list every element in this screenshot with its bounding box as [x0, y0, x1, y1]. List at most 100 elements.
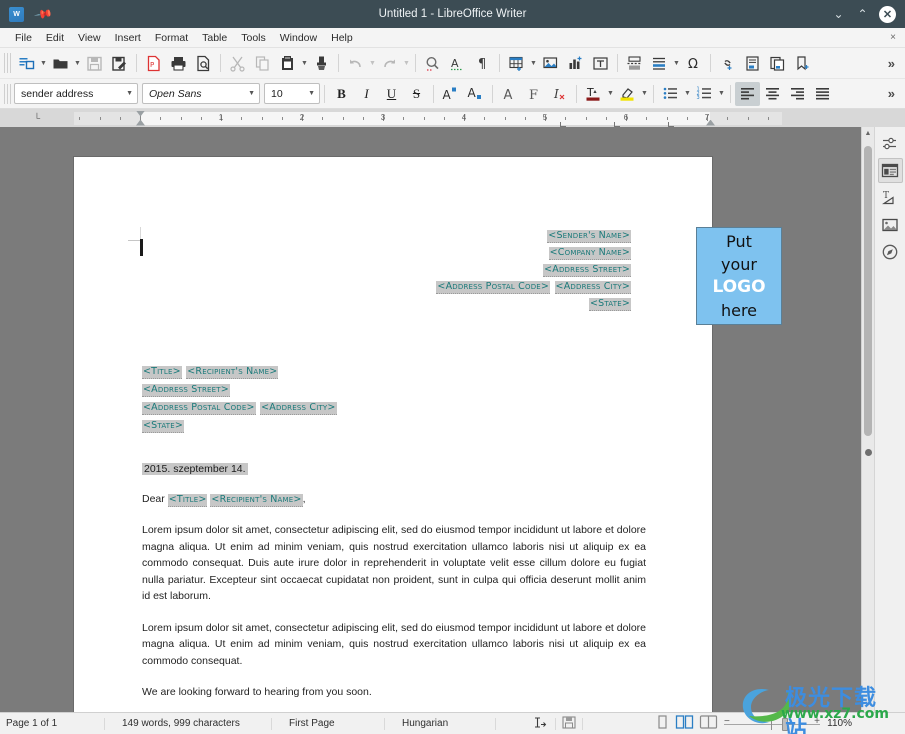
- redo-icon[interactable]: [377, 51, 402, 75]
- strikethrough-button[interactable]: S: [404, 82, 429, 106]
- cut-icon[interactable]: [225, 51, 250, 75]
- insert-table-icon[interactable]: [504, 51, 529, 75]
- subscript-icon[interactable]: A: [463, 82, 488, 106]
- character-highlighting-icon[interactable]: F: [522, 82, 547, 106]
- field-state[interactable]: <State>: [588, 298, 631, 311]
- close-document-button[interactable]: ×: [890, 32, 896, 43]
- spelling-icon[interactable]: A: [445, 51, 470, 75]
- menu-insert[interactable]: Insert: [108, 32, 148, 44]
- paste-icon[interactable]: [275, 51, 300, 75]
- insert-endnote-icon[interactable]: [765, 51, 790, 75]
- zoom-in-button[interactable]: +: [814, 716, 820, 727]
- font-size-combobox[interactable]: 10 ▼: [264, 83, 320, 104]
- redo-dropdown-icon[interactable]: ▼: [402, 51, 411, 75]
- field-date[interactable]: 2015. szeptember 14.: [142, 463, 248, 475]
- selection-mode-icon[interactable]: [496, 716, 555, 732]
- status-page-style[interactable]: First Page: [272, 718, 384, 729]
- field-recipient-state[interactable]: <State>: [142, 420, 185, 433]
- insert-chart-icon[interactable]: [563, 51, 588, 75]
- menu-tools[interactable]: Tools: [234, 32, 273, 44]
- pin-icon[interactable]: 📌: [33, 4, 53, 24]
- align-left-icon[interactable]: [735, 81, 760, 106]
- sidebar-properties-icon[interactable]: [877, 158, 903, 183]
- tab-stop-marker[interactable]: [560, 121, 566, 127]
- tab-stop-marker[interactable]: [614, 121, 620, 127]
- insert-hyperlink-icon[interactable]: [715, 51, 740, 75]
- insert-field-icon[interactable]: [647, 51, 672, 75]
- toolbar-grip[interactable]: [4, 53, 11, 73]
- insert-table-dropdown-icon[interactable]: ▼: [529, 51, 538, 75]
- undo-icon[interactable]: [343, 51, 368, 75]
- sidebar-styles-icon[interactable]: T: [878, 185, 903, 210]
- sidebar-settings-icon[interactable]: [878, 131, 903, 156]
- save-as-document-icon[interactable]: [107, 51, 132, 75]
- insert-special-character-icon[interactable]: Ω: [681, 51, 706, 75]
- zoom-slider-thumb[interactable]: [782, 717, 788, 731]
- body-paragraph-2[interactable]: Lorem ipsum dolor sit amet, consectetur …: [142, 620, 646, 670]
- ordered-list-dropdown-icon[interactable]: ▼: [717, 82, 726, 106]
- open-document-icon[interactable]: [48, 51, 73, 75]
- field-senders-name[interactable]: <Sender's Name>: [547, 230, 631, 243]
- insert-page-break-icon[interactable]: [622, 51, 647, 75]
- vertical-scrollbar[interactable]: ▲: [861, 127, 874, 712]
- no-character-style-icon[interactable]: I: [547, 82, 572, 106]
- find-and-replace-icon[interactable]: [420, 51, 445, 75]
- italic-button[interactable]: I: [354, 82, 379, 106]
- scroll-up-arrow-icon[interactable]: ▲: [862, 127, 874, 140]
- document-canvas[interactable]: Put your LOGO here <Sender's Name> <Comp…: [0, 127, 861, 712]
- menu-window[interactable]: Window: [273, 32, 324, 44]
- field-salutation-name[interactable]: <Recipient's Name>: [210, 494, 303, 507]
- sidebar-navigator-icon[interactable]: [878, 239, 903, 264]
- menu-table[interactable]: Table: [195, 32, 234, 44]
- menu-file[interactable]: File: [8, 32, 39, 44]
- sidebar-gallery-icon[interactable]: [878, 212, 903, 237]
- paste-dropdown-icon[interactable]: ▼: [300, 51, 309, 75]
- status-language[interactable]: Hungarian: [385, 718, 495, 729]
- formatting-marks-icon[interactable]: ¶: [470, 51, 495, 75]
- zoom-level-value[interactable]: 110%: [826, 718, 860, 729]
- field-address-postal-code[interactable]: <Address Postal Code>: [436, 281, 551, 294]
- status-page-number[interactable]: Page 1 of 1: [0, 718, 104, 729]
- field-recipient-postal-code[interactable]: <Address Postal Code>: [142, 402, 256, 415]
- paragraph-style-combobox[interactable]: sender address ▼: [14, 83, 138, 104]
- formatting-toolbar-overflow-button[interactable]: »: [882, 86, 901, 101]
- field-address-city[interactable]: <Address City>: [554, 281, 631, 294]
- open-document-dropdown-icon[interactable]: ▼: [73, 51, 82, 75]
- print-preview-icon[interactable]: [191, 51, 216, 75]
- print-icon[interactable]: [166, 51, 191, 75]
- unordered-list-icon[interactable]: [658, 82, 683, 106]
- field-company-name[interactable]: <Company Name>: [548, 247, 631, 260]
- maximize-button[interactable]: ⌃: [855, 8, 870, 20]
- insert-bookmark-icon[interactable]: [790, 51, 815, 75]
- new-document-dropdown-icon[interactable]: ▼: [39, 51, 48, 75]
- save-document-icon[interactable]: [82, 51, 107, 75]
- highlighting-color-dropdown-icon[interactable]: ▼: [640, 82, 649, 106]
- status-word-count[interactable]: 149 words, 999 characters: [105, 718, 271, 729]
- font-color-icon[interactable]: T: [581, 82, 606, 106]
- body-paragraph-1[interactable]: Lorem ipsum dolor sit amet, consectetur …: [142, 522, 646, 605]
- field-recipients-name[interactable]: <Recipient's Name>: [186, 366, 279, 379]
- menu-view[interactable]: View: [71, 32, 108, 44]
- highlighting-color-icon[interactable]: [615, 82, 640, 106]
- horizontal-ruler[interactable]: 1 2 3 4 5 6 7: [74, 110, 782, 127]
- toolbar-grip[interactable]: [4, 83, 11, 104]
- logo-placeholder-frame[interactable]: Put your LOGO here: [696, 227, 782, 325]
- insert-field-dropdown-icon[interactable]: ▼: [672, 51, 681, 75]
- tab-stop-marker[interactable]: [668, 121, 674, 127]
- field-recipient-city[interactable]: <Address City>: [260, 402, 337, 415]
- undo-dropdown-icon[interactable]: ▼: [368, 51, 377, 75]
- document-modified-icon[interactable]: [556, 715, 582, 732]
- vertical-scrollbar-thumb[interactable]: [864, 146, 872, 436]
- closing-line[interactable]: We are looking forward to hearing from y…: [142, 686, 646, 698]
- zoom-slider[interactable]: − +: [724, 716, 820, 731]
- document-page[interactable]: Put your LOGO here <Sender's Name> <Comp…: [74, 157, 782, 712]
- close-button[interactable]: ✕: [879, 5, 896, 23]
- field-recipient-title[interactable]: <Title>: [142, 366, 182, 379]
- minimize-button[interactable]: ⌄: [831, 8, 846, 20]
- superscript-icon[interactable]: A: [438, 82, 463, 106]
- field-salutation-title[interactable]: <Title>: [167, 494, 208, 507]
- tab-stop-selector[interactable]: └: [0, 109, 74, 127]
- menu-format[interactable]: Format: [148, 32, 195, 44]
- menu-edit[interactable]: Edit: [39, 32, 71, 44]
- standard-toolbar-overflow-button[interactable]: »: [882, 56, 901, 71]
